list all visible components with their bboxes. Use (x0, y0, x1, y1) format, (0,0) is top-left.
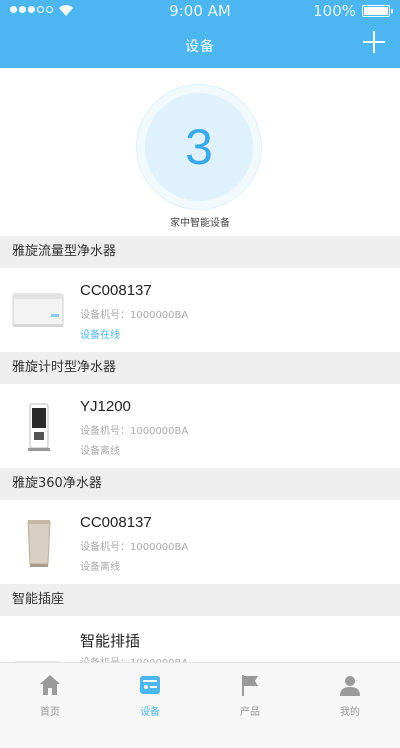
tab-devices[interactable]: 设备 (100, 669, 200, 719)
device-icon (140, 676, 160, 694)
device-summary: 3 家中智能设备 (0, 68, 400, 236)
tab-label: 产品 (240, 707, 260, 718)
wall-purifier-icon (12, 293, 64, 327)
status-bar: 9:00 AM 100% (0, 0, 400, 22)
device-row[interactable]: YJ1200 设备机号：1000000BA 设备离线 (0, 384, 400, 468)
section-header-360-purifier: 雅旋360净水器 (0, 468, 400, 500)
device-count-label: 家中智能设备 (170, 218, 230, 229)
navigation-bar: 9:00 AM 100% 设备 (0, 0, 400, 68)
flag-icon (242, 675, 258, 696)
device-name: CC008137 (80, 514, 152, 531)
tab-label: 我的 (340, 707, 360, 718)
device-name: CC008137 (80, 282, 152, 299)
device-row[interactable]: CC008137 设备机号：1000000BA 设备离线 (0, 500, 400, 584)
device-row[interactable]: CC008137 设备机号：1000000BA 设备在线 (0, 268, 400, 352)
tab-products[interactable]: 产品 (200, 669, 300, 719)
device-serial: 设备机号：1000000BA (80, 542, 189, 553)
tab-profile[interactable]: 我的 (300, 669, 400, 719)
section-header-timer-purifier: 雅旋计时型净水器 (0, 352, 400, 384)
tab-home[interactable]: 首页 (0, 669, 100, 719)
summary-circle: 3 (145, 93, 253, 201)
home-icon (40, 675, 60, 695)
person-icon (340, 676, 360, 696)
device-serial: 设备机号：1000000BA (80, 310, 189, 321)
device-name: YJ1200 (80, 398, 131, 415)
page-title: 设备 (185, 39, 215, 55)
section-header-smart-socket: 智能插座 (0, 584, 400, 616)
device-name: 智能排插 (80, 633, 141, 650)
device-status: 设备离线 (80, 562, 120, 573)
device-status: 设备在线 (80, 330, 120, 341)
device-status: 设备离线 (80, 446, 120, 457)
battery-percentage: 100% (313, 2, 356, 20)
tab-label: 首页 (40, 707, 60, 718)
device-serial: 设备机号：1000000BA (80, 426, 189, 437)
tower-purifier-icon (27, 520, 51, 567)
section-header-flow-purifier: 雅旋流量型净水器 (0, 236, 400, 268)
device-count: 3 (185, 119, 213, 175)
tab-bar: 首页 设备 产品 我的 (0, 662, 400, 748)
add-device-button[interactable] (362, 30, 386, 54)
dispenser-purifier-icon (28, 403, 50, 451)
battery-icon (362, 5, 393, 17)
tab-label: 设备 (140, 707, 160, 718)
